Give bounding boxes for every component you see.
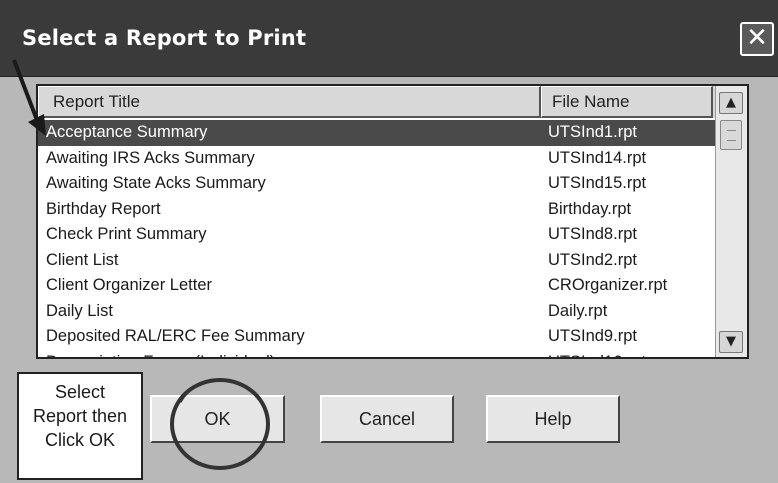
file-name-cell: CROrganizer.rpt [548, 276, 668, 294]
table-row[interactable]: Awaiting IRS Acks Summary UTSInd14.rpt [38, 146, 715, 172]
callout-line: Select [54, 382, 106, 402]
file-name-cell: UTSInd2.rpt [548, 250, 637, 269]
file-name-cell: UTSInd8.rpt [548, 225, 637, 243]
dialog-title: Select a Report to Print [22, 26, 307, 50]
report-title-cell: Awaiting State Acks Summary [46, 174, 266, 192]
select-report-dialog: Select a Report to Print ✕ Report Title … [0, 0, 778, 483]
circle-highlight-icon [170, 378, 270, 470]
close-icon[interactable]: ✕ [740, 22, 774, 56]
report-list[interactable]: Report Title File Name Acceptance Summar… [36, 84, 749, 359]
scroll-down-icon[interactable]: ▼ [719, 331, 743, 353]
table-row[interactable]: Client Organizer Letter CROrganizer.rpt [38, 273, 715, 299]
report-title-cell: Client Organizer Letter [46, 276, 212, 294]
report-title-cell: Depreciation Forms (Individual) [46, 350, 275, 358]
list-header: Report Title File Name [38, 86, 747, 118]
help-button[interactable]: Help [486, 395, 620, 443]
title-bar: Select a Report to Print ✕ [0, 0, 778, 77]
table-row[interactable]: Daily List Daily.rpt [38, 299, 715, 325]
callout-line: Report then [32, 406, 128, 426]
table-row[interactable]: Deposited RAL/ERC Fee Summary UTSInd9.rpt [38, 324, 715, 350]
table-row[interactable]: Awaiting State Acks Summary UTSInd15.rpt [38, 171, 715, 197]
report-title-cell: Client List [46, 250, 119, 269]
report-title-cell: Birthday Report [46, 199, 161, 218]
file-name-cell: UTSInd16.rpt [548, 350, 646, 358]
cancel-button[interactable]: Cancel [320, 395, 454, 443]
file-name-cell: UTSInd14.rpt [548, 148, 647, 167]
callout-line: Click OK [44, 430, 115, 450]
scroll-up-icon[interactable]: ▲ [719, 92, 743, 114]
table-row[interactable]: Depreciation Forms (Individual) UTSInd16.… [38, 350, 715, 358]
file-name-cell: Daily.rpt [548, 301, 608, 320]
file-name-cell: UTSInd1.rpt [548, 123, 637, 141]
vertical-scrollbar[interactable]: ▲ ▼ [715, 86, 747, 357]
file-name-cell: UTSInd15.rpt [548, 174, 647, 192]
list-rows: Acceptance Summary UTSInd1.rpt Awaiting IR… [38, 120, 715, 358]
table-row[interactable]: Acceptance Summary UTSInd1.rpt [38, 120, 715, 146]
file-name-cell: UTSInd9.rpt [548, 327, 637, 345]
report-title-cell: Daily List [46, 301, 113, 320]
table-row[interactable]: Birthday Report Birthday.rpt [38, 197, 715, 223]
report-title-cell: Check Print Summary [46, 225, 207, 243]
arrow-icon [12, 59, 46, 136]
file-name-cell: Birthday.rpt [548, 199, 632, 218]
table-row[interactable]: Client List UTSInd2.rpt [38, 248, 715, 274]
instruction-callout: Select Report then Click OK [17, 372, 143, 480]
report-title-cell: Deposited RAL/ERC Fee Summary [46, 327, 305, 345]
table-row[interactable]: Check Print Summary UTSInd8.rpt [38, 222, 715, 248]
column-header-report-title[interactable]: Report Title [38, 86, 541, 118]
scroll-thumb[interactable] [720, 120, 742, 150]
column-header-file-name[interactable]: File Name [541, 86, 713, 118]
